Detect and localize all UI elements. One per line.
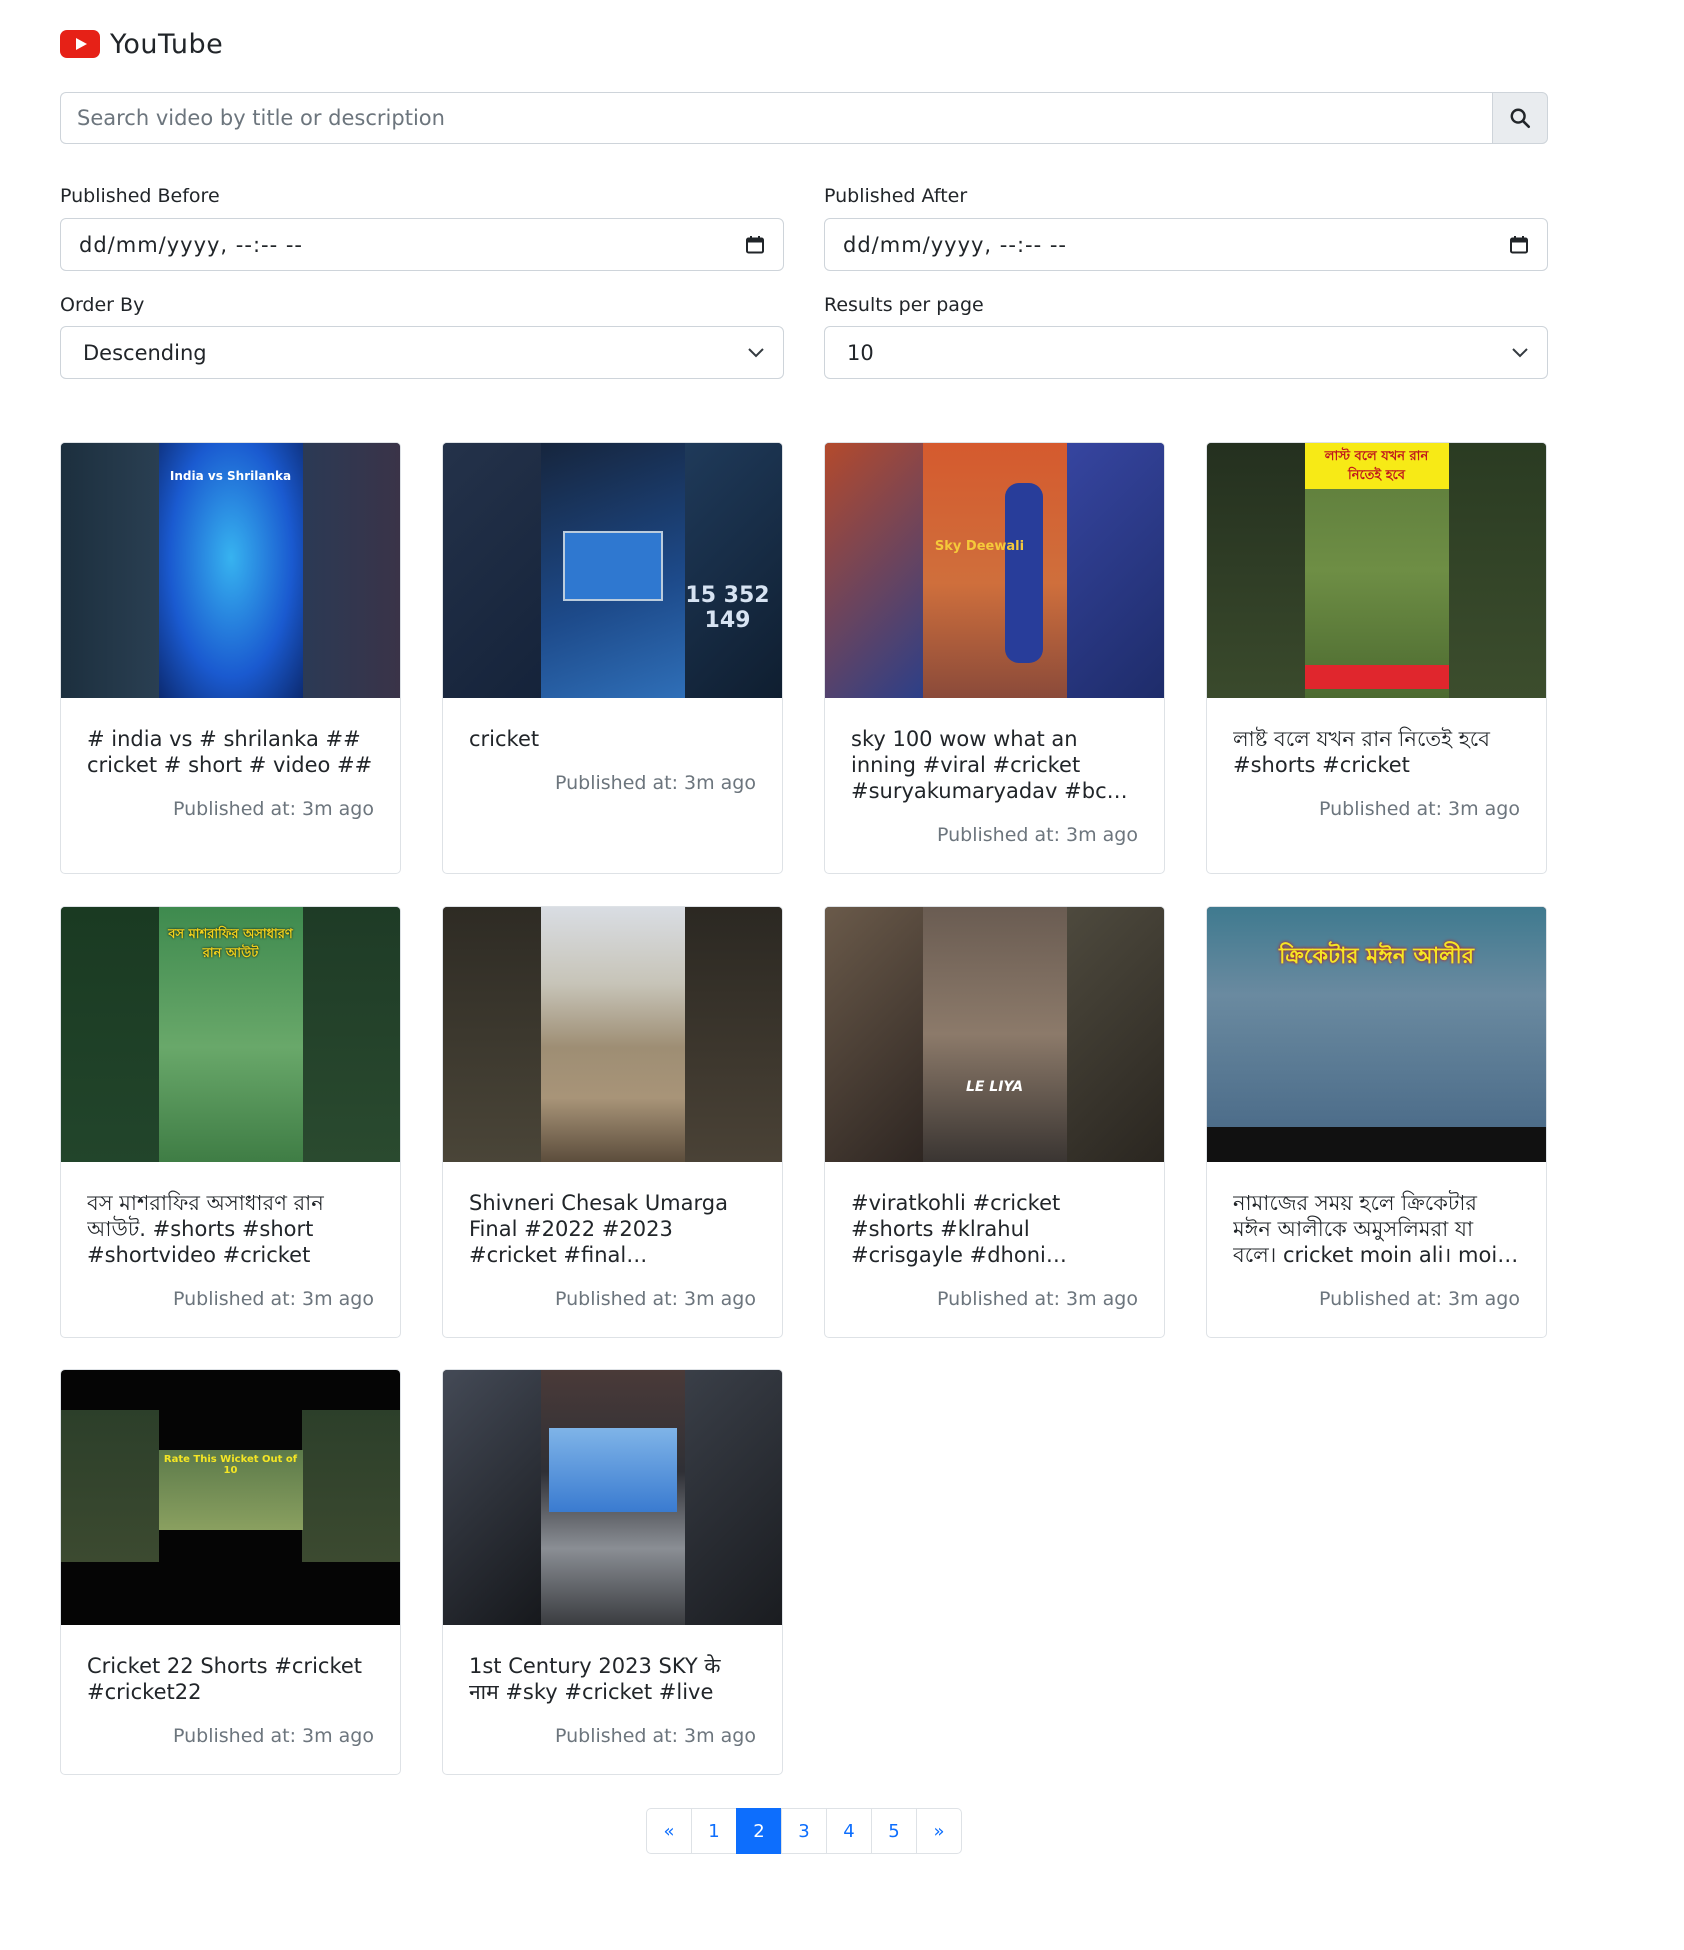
search-button[interactable] — [1492, 92, 1548, 144]
video-published: Published at: 3m ago — [554, 1725, 756, 1747]
video-title: # india vs # shrilanka ## cricket # shor… — [87, 727, 373, 777]
pagination-page-3[interactable]: 3 — [781, 1808, 827, 1854]
video-published: Published at: 3m ago — [554, 1288, 756, 1310]
video-thumbnail[interactable]: LE LIYA — [825, 907, 1164, 1162]
thumbnail-caption: 15 352 149 — [685, 583, 770, 633]
pagination: « 1 2 3 4 5 » — [646, 1808, 962, 1854]
chevron-down-icon — [1512, 347, 1528, 357]
video-card[interactable]: Shivneri Chesak Umarga Final #2022 #2023… — [442, 906, 783, 1338]
video-card[interactable]: ক্রিকেটার মঈন আলীর নামাজের সময় হলে ক্রি… — [1206, 906, 1547, 1338]
chevron-down-icon — [748, 347, 764, 357]
video-published: Published at: 3m ago — [1318, 798, 1520, 820]
published-after-value: dd/mm/yyyy, --:-- -- — [843, 232, 1068, 257]
pagination-page-5[interactable]: 5 — [871, 1808, 917, 1854]
brand-name: YouTube — [110, 28, 224, 60]
thumbnail-caption: লাস্ট বলে যখন রান নিতেই হবে — [1324, 449, 1429, 483]
brand[interactable]: YouTube — [60, 24, 223, 64]
video-thumbnail[interactable]: India vs Shrilanka — [61, 443, 400, 698]
video-title: sky 100 wow what an inning #viral #crick… — [851, 727, 1125, 803]
pagination-prev[interactable]: « — [646, 1808, 692, 1854]
thumbnail-caption: বস মাশরাফির অসাধারণ রান আউট — [168, 927, 293, 961]
published-after-label: Published After — [824, 185, 968, 207]
order-by-label: Order By — [60, 294, 145, 316]
video-card[interactable]: 15 352 149 cricket Published at: 3m ago — [442, 442, 783, 874]
search-bar — [60, 92, 1548, 144]
results-per-page-value: 10 — [847, 340, 874, 365]
video-card[interactable]: Sky Deewali sky 100 wow what an inning #… — [824, 442, 1165, 874]
search-input[interactable] — [60, 92, 1492, 144]
published-before-label: Published Before — [60, 185, 220, 207]
video-published: Published at: 3m ago — [936, 1288, 1138, 1310]
video-thumbnail[interactable]: Rate This Wicket Out of 10 — [61, 1370, 400, 1625]
video-card[interactable]: Rate This Wicket Out of 10 Cricket 22 Sh… — [60, 1369, 401, 1775]
thumbnail-caption: Rate This Wicket Out of 10 — [163, 1454, 298, 1476]
video-published: Published at: 3m ago — [554, 772, 756, 794]
published-after-input[interactable]: dd/mm/yyyy, --:-- -- — [824, 218, 1548, 271]
video-card[interactable]: LE LIYA #viratkohli #cricket #shorts #kl… — [824, 906, 1165, 1338]
video-card[interactable]: 1st Century 2023 SKY के नाम #sky #cricke… — [442, 1369, 783, 1775]
video-published: Published at: 3m ago — [1318, 1288, 1520, 1310]
video-title: Shivneri Chesak Umarga Final #2022 #2023… — [469, 1191, 728, 1267]
video-title: লাষ্ট বলে যখন রান নিতেই হবে #shorts #cri… — [1233, 727, 1490, 777]
published-before-value: dd/mm/yyyy, --:-- -- — [79, 232, 304, 257]
video-thumbnail[interactable]: লাস্ট বলে যখন রান নিতেই হবে — [1207, 443, 1546, 698]
video-thumbnail[interactable] — [443, 1370, 782, 1625]
pagination-page-4[interactable]: 4 — [826, 1808, 872, 1854]
published-before-input[interactable]: dd/mm/yyyy, --:-- -- — [60, 218, 784, 271]
thumbnail-caption: Sky Deewali — [934, 539, 1025, 554]
video-thumbnail[interactable]: বস মাশরাফির অসাধারণ রান আউট — [61, 907, 400, 1162]
video-published: Published at: 3m ago — [936, 824, 1138, 846]
video-title: Cricket 22 Shorts #cricket #cricket22 — [87, 1654, 363, 1704]
pagination-next[interactable]: » — [916, 1808, 962, 1854]
results-per-page-select[interactable]: 10 — [824, 326, 1548, 379]
video-thumbnail[interactable]: ক্রিকেটার মঈন আলীর — [1207, 907, 1546, 1162]
video-card[interactable]: India vs Shrilanka # india vs # shrilank… — [60, 442, 401, 874]
video-card[interactable]: লাস্ট বলে যখন রান নিতেই হবে লাষ্ট বলে যখ… — [1206, 442, 1547, 874]
thumbnail-caption: ক্রিকেটার মঈন আলীর — [1279, 944, 1474, 969]
pagination-page-1[interactable]: 1 — [691, 1808, 737, 1854]
video-published: Published at: 3m ago — [172, 1288, 374, 1310]
calendar-icon[interactable] — [1509, 235, 1529, 255]
pagination-page-2[interactable]: 2 — [736, 1808, 782, 1854]
thumbnail-caption: LE LIYA — [965, 1079, 1024, 1095]
results-per-page-label: Results per page — [824, 294, 984, 316]
video-published: Published at: 3m ago — [172, 1725, 374, 1747]
video-published: Published at: 3m ago — [172, 798, 374, 820]
calendar-icon[interactable] — [745, 235, 765, 255]
video-title: নামাজের সময় হলে ক্রিকেটার মঈন আলীকে অমু… — [1233, 1191, 1511, 1267]
video-thumbnail[interactable]: 15 352 149 — [443, 443, 782, 698]
video-thumbnail[interactable]: Sky Deewali — [825, 443, 1164, 698]
video-title: বস মাশরাফির অসাধারণ রান আউট. #shorts #sh… — [87, 1191, 324, 1267]
order-by-value: Descending — [83, 340, 207, 365]
order-by-select[interactable]: Descending — [60, 326, 784, 379]
thumbnail-caption: India vs Shrilanka — [169, 469, 292, 483]
video-thumbnail[interactable] — [443, 907, 782, 1162]
video-card[interactable]: বস মাশরাফির অসাধারণ রান আউট বস মাশরাফির … — [60, 906, 401, 1338]
youtube-logo-icon — [60, 30, 100, 58]
search-icon — [1510, 108, 1530, 128]
video-title: 1st Century 2023 SKY के नाम #sky #cricke… — [469, 1654, 721, 1704]
video-title: #viratkohli #cricket #shorts #klrahul #c… — [851, 1191, 1061, 1267]
video-title: cricket — [469, 727, 540, 751]
